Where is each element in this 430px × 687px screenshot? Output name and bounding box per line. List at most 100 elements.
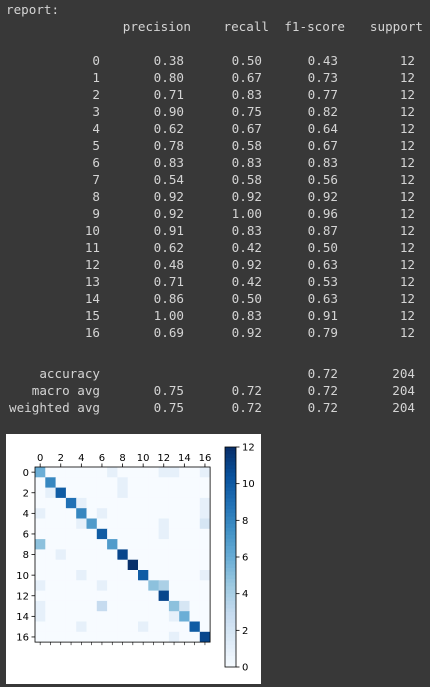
heatmap-cell bbox=[138, 539, 149, 550]
heatmap-cell bbox=[65, 518, 77, 530]
heatmap-cell bbox=[138, 518, 149, 530]
cell-recall: 0.83 bbox=[231, 87, 262, 102]
heatmap-cell bbox=[86, 528, 98, 540]
heatmap-cell bbox=[107, 528, 118, 540]
heatmap-cell bbox=[86, 559, 98, 571]
cell-precision: 1.00 bbox=[153, 308, 184, 323]
heatmap-cell bbox=[45, 487, 56, 499]
heatmap-cell bbox=[117, 518, 129, 530]
cell-label: 7 bbox=[92, 172, 100, 187]
heatmap-cell bbox=[117, 611, 129, 622]
cell-f1: 0.50 bbox=[307, 240, 338, 255]
cell-label: 9 bbox=[92, 206, 100, 221]
heatmap-cell bbox=[168, 518, 180, 530]
heatmap-cell bbox=[168, 590, 180, 602]
header-precision: precision bbox=[122, 19, 191, 34]
colorbar-segment bbox=[225, 553, 236, 558]
report-row: 3 0.90 0.75 0.82 12 bbox=[0, 103, 430, 120]
heatmap-cell bbox=[179, 528, 190, 540]
cell-precision: 0.78 bbox=[153, 138, 184, 153]
summary-label: accuracy bbox=[39, 366, 100, 381]
cell-precision: 0.92 bbox=[153, 189, 184, 204]
report-row: 0 0.38 0.50 0.43 12 bbox=[0, 52, 430, 69]
colorbar-segment bbox=[225, 568, 236, 573]
y-tick-label: 8 bbox=[23, 550, 29, 561]
colorbar-segment bbox=[225, 652, 236, 657]
heatmap-cell bbox=[168, 508, 180, 519]
heatmap-cell bbox=[168, 570, 180, 581]
heatmap-cell bbox=[65, 539, 77, 550]
heatmap-cell bbox=[179, 477, 190, 488]
heatmap-cell bbox=[45, 477, 56, 488]
heatmap-cell bbox=[55, 621, 67, 633]
cell-precision: 0.86 bbox=[153, 291, 184, 306]
cell-recall: 0.67 bbox=[231, 121, 262, 136]
heatmap-cell bbox=[76, 580, 87, 591]
heatmap-cell bbox=[86, 590, 98, 602]
report-label: report: bbox=[6, 2, 60, 17]
heatmap-cell bbox=[45, 508, 56, 519]
heatmap-cell bbox=[76, 631, 87, 643]
heatmap-cell bbox=[55, 518, 67, 530]
heatmap-cell bbox=[35, 590, 46, 602]
heatmap-cell bbox=[199, 559, 211, 571]
heatmap-cell bbox=[65, 508, 77, 519]
heatmap-cell bbox=[107, 518, 118, 530]
heatmap-cell bbox=[55, 487, 67, 499]
heatmap-cell bbox=[55, 600, 67, 612]
heatmap-cell bbox=[138, 600, 149, 612]
cell-recall: 0.42 bbox=[231, 274, 262, 289]
cell-label: 1 bbox=[92, 70, 100, 85]
heatmap-cell bbox=[45, 590, 56, 602]
heatmap-cell bbox=[189, 611, 201, 622]
heatmap-cell bbox=[168, 539, 180, 550]
heatmap-cell bbox=[158, 487, 170, 499]
heatmap-cell bbox=[65, 631, 77, 643]
heatmap-cell bbox=[86, 518, 98, 530]
heatmap-cell bbox=[117, 497, 129, 509]
colorbar-segment bbox=[225, 491, 236, 496]
heatmap-cell bbox=[127, 539, 139, 550]
colorbar-segment bbox=[225, 604, 236, 609]
cell-label: 16 bbox=[84, 325, 100, 340]
heatmap-cell bbox=[158, 549, 170, 561]
colorbar-segment bbox=[225, 630, 236, 635]
heatmap-cell bbox=[35, 518, 46, 530]
y-tick-label: 12 bbox=[16, 591, 29, 602]
heatmap-cell bbox=[179, 580, 190, 591]
heatmap-cell bbox=[179, 487, 190, 499]
cell-f1: 0.77 bbox=[307, 87, 338, 102]
heatmap-cell bbox=[86, 621, 98, 633]
report-row: 14 0.86 0.50 0.63 12 bbox=[0, 290, 430, 307]
heatmap-cell bbox=[179, 590, 190, 602]
report-summary-row: macro avg 0.75 0.72 0.72 204 bbox=[0, 382, 430, 399]
heatmap-cell bbox=[76, 549, 87, 561]
heatmap-cell bbox=[65, 467, 77, 478]
colorbar-segment bbox=[225, 571, 236, 576]
heatmap-cell bbox=[35, 600, 46, 612]
heatmap-cell bbox=[86, 477, 98, 488]
cell-label: 6 bbox=[92, 155, 100, 170]
colorbar-segment bbox=[225, 623, 236, 628]
cell-precision: 0.48 bbox=[153, 257, 184, 272]
colorbar-segment bbox=[225, 557, 236, 562]
heatmap-cell bbox=[107, 611, 118, 622]
cell-recall: 0.83 bbox=[231, 155, 262, 170]
cell-support: 12 bbox=[399, 206, 415, 221]
heatmap-cell bbox=[76, 487, 87, 499]
cell-f1: 0.63 bbox=[307, 291, 338, 306]
heatmap-cell bbox=[117, 570, 129, 581]
heatmap-cell bbox=[107, 621, 118, 633]
heatmap-cell bbox=[76, 539, 87, 550]
heatmap-cell bbox=[76, 497, 87, 509]
heatmap-cell bbox=[35, 631, 46, 643]
heatmap-cell bbox=[158, 590, 170, 602]
cell-support: 12 bbox=[399, 53, 415, 68]
heatmap-cell bbox=[189, 487, 201, 499]
cell-f1: 0.67 bbox=[307, 138, 338, 153]
heatmap-cell bbox=[86, 497, 98, 509]
heatmap-cell bbox=[107, 539, 118, 550]
cell-f1: 0.83 bbox=[307, 155, 338, 170]
colorbar-segment bbox=[225, 637, 236, 642]
heatmap-cell bbox=[76, 508, 87, 519]
